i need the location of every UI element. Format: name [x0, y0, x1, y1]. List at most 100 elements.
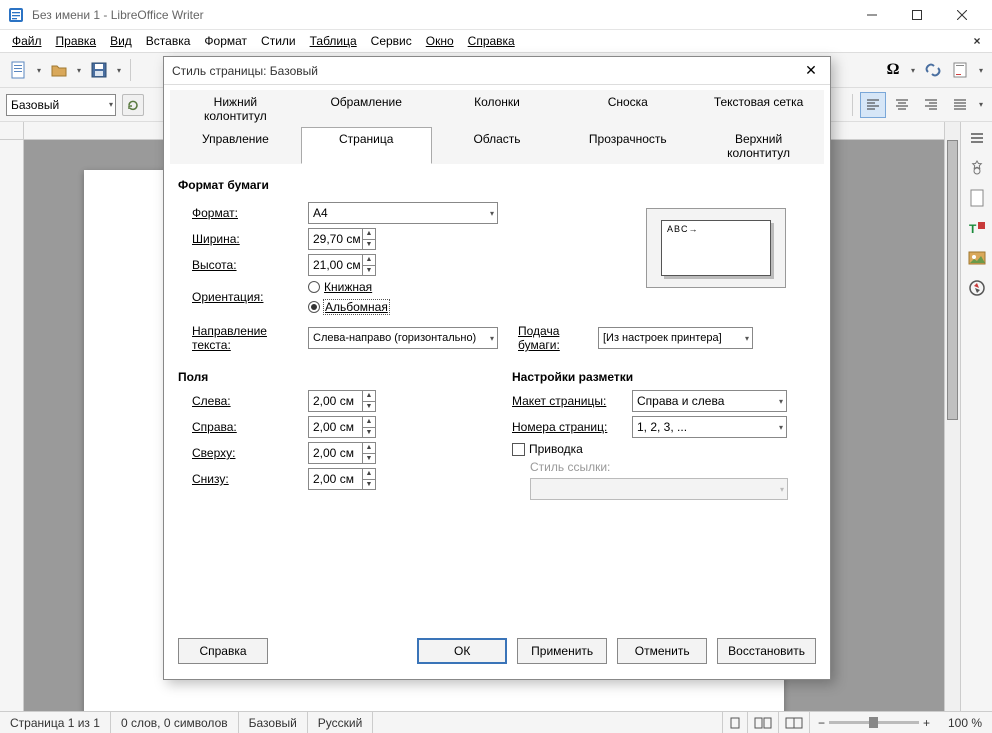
- dialog-titlebar[interactable]: Стиль страницы: Базовый ✕: [164, 57, 830, 85]
- align-left-icon[interactable]: [860, 92, 886, 118]
- save-dropdown[interactable]: ▾: [114, 66, 124, 75]
- label-refstyle: Стиль ссылки:: [512, 460, 632, 474]
- tray-value: [Из настроек принтера]: [603, 332, 722, 344]
- textdir-value: Слева-направо (горизонтально): [313, 332, 476, 344]
- label-format: Формат:: [178, 206, 308, 220]
- label-pagenum: Номера страниц:: [512, 420, 632, 434]
- tab-transparency[interactable]: Прозрачность: [562, 127, 693, 164]
- menu-table[interactable]: Таблица: [304, 32, 363, 50]
- reset-button[interactable]: Восстановить: [717, 638, 816, 664]
- menu-insert[interactable]: Вставка: [140, 32, 197, 50]
- tab-footnote[interactable]: Сноска: [562, 90, 693, 127]
- label-textdir: Направление текста:: [178, 324, 308, 352]
- menubar: Файл Правка Вид Вставка Формат Стили Таб…: [0, 30, 992, 52]
- new-doc-dropdown[interactable]: ▾: [34, 66, 44, 75]
- label-width: Ширина:: [178, 232, 308, 246]
- group-paper-format: Формат бумаги: [178, 178, 816, 192]
- zoom-in-icon[interactable]: +: [923, 716, 930, 730]
- tab-footer[interactable]: Нижний колонтитул: [170, 90, 301, 127]
- menu-tools[interactable]: Сервис: [365, 32, 418, 50]
- menu-view[interactable]: Вид: [104, 32, 138, 50]
- help-button[interactable]: Справка: [178, 638, 268, 664]
- special-char-dropdown[interactable]: ▾: [908, 66, 918, 75]
- update-style-icon[interactable]: [122, 94, 144, 116]
- zoom-slider[interactable]: [829, 721, 919, 724]
- register-checkbox[interactable]: Приводка: [512, 442, 583, 456]
- sidebar-menu-icon[interactable]: [965, 126, 989, 150]
- save-icon[interactable]: [86, 57, 112, 83]
- dialog-tabs: Нижний колонтитул Обрамление Колонки Сно…: [170, 89, 824, 164]
- paragraph-style-combo[interactable]: Базовый ▾: [6, 94, 116, 116]
- radio-landscape[interactable]: Альбомная: [308, 300, 389, 314]
- vertical-ruler[interactable]: [0, 140, 24, 711]
- pagelayout-combo[interactable]: Справа и слева▾: [632, 390, 787, 412]
- status-words[interactable]: 0 слов, 0 символов: [111, 712, 239, 733]
- ruler-corner: [0, 122, 24, 140]
- ok-button[interactable]: ОК: [417, 638, 507, 664]
- status-language[interactable]: Русский: [308, 712, 374, 733]
- tab-organizer[interactable]: Управление: [170, 127, 301, 164]
- formatbar-overflow[interactable]: ▾: [976, 100, 986, 109]
- height-spin[interactable]: 21,00 см ▲▼: [308, 254, 376, 276]
- app-icon: [8, 7, 24, 23]
- scrollbar-thumb[interactable]: [947, 140, 958, 420]
- align-center-icon[interactable]: [889, 92, 915, 118]
- align-justify-icon[interactable]: [947, 92, 973, 118]
- menu-edit[interactable]: Правка: [50, 32, 103, 50]
- menu-format[interactable]: Формат: [198, 32, 253, 50]
- menu-styles[interactable]: Стили: [255, 32, 302, 50]
- navigator-icon[interactable]: [965, 276, 989, 300]
- new-doc-icon[interactable]: [6, 57, 32, 83]
- tab-columns[interactable]: Колонки: [432, 90, 563, 127]
- status-view-single-icon[interactable]: [723, 712, 748, 733]
- footnote-icon[interactable]: [948, 57, 974, 83]
- status-zoom-value[interactable]: 100 %: [938, 712, 992, 733]
- format-combo[interactable]: A4▾: [308, 202, 498, 224]
- open-dropdown[interactable]: ▾: [74, 66, 84, 75]
- tray-combo[interactable]: [Из настроек принтера]▾: [598, 327, 753, 349]
- radio-portrait[interactable]: Книжная: [308, 280, 389, 294]
- align-right-icon[interactable]: [918, 92, 944, 118]
- cancel-button[interactable]: Отменить: [617, 638, 707, 664]
- vertical-scrollbar[interactable]: [944, 122, 960, 711]
- apply-button[interactable]: Применить: [517, 638, 607, 664]
- status-page[interactable]: Страница 1 из 1: [0, 712, 111, 733]
- dialog-close-icon[interactable]: ✕: [800, 60, 822, 82]
- menu-file[interactable]: Файл: [6, 32, 48, 50]
- page-panel-icon[interactable]: [965, 186, 989, 210]
- label-margin-bottom: Снизу:: [178, 472, 308, 486]
- label-orientation: Ориентация:: [178, 290, 308, 304]
- hyperlink-icon[interactable]: [920, 57, 946, 83]
- menu-help[interactable]: Справка: [462, 32, 521, 50]
- status-view-book-icon[interactable]: [779, 712, 810, 733]
- tab-page[interactable]: Страница: [301, 127, 432, 164]
- margin-right-spin[interactable]: 2,00 см▲▼: [308, 416, 376, 438]
- toolbar-overflow[interactable]: ▾: [976, 66, 986, 75]
- margin-top-spin[interactable]: 2,00 см▲▼: [308, 442, 376, 464]
- tab-area[interactable]: Область: [432, 127, 563, 164]
- width-spin[interactable]: 29,70 см ▲▼: [308, 228, 376, 250]
- status-style[interactable]: Базовый: [239, 712, 308, 733]
- tab-header[interactable]: Верхний колонтитул: [693, 127, 824, 164]
- margin-bottom-spin[interactable]: 2,00 см▲▼: [308, 468, 376, 490]
- radio-landscape-label: Альбомная: [324, 300, 389, 314]
- minimize-button[interactable]: [849, 0, 894, 30]
- textdir-combo[interactable]: Слева-направо (горизонтально)▾: [308, 327, 498, 349]
- styles-panel-icon[interactable]: T: [965, 216, 989, 240]
- maximize-button[interactable]: [894, 0, 939, 30]
- group-layout: Настройки разметки: [512, 370, 816, 384]
- margin-left-spin[interactable]: 2,00 см▲▼: [308, 390, 376, 412]
- pagenum-combo[interactable]: 1, 2, 3, ...▾: [632, 416, 787, 438]
- tab-borders[interactable]: Обрамление: [301, 90, 432, 127]
- close-document-icon[interactable]: ×: [968, 32, 986, 50]
- menu-window[interactable]: Окно: [420, 32, 460, 50]
- open-icon[interactable]: [46, 57, 72, 83]
- zoom-out-icon[interactable]: −: [818, 716, 825, 730]
- tab-textgrid[interactable]: Текстовая сетка: [693, 90, 824, 127]
- close-window-button[interactable]: [939, 0, 984, 30]
- gallery-icon[interactable]: [965, 246, 989, 270]
- titlebar: Без имени 1 - LibreOffice Writer: [0, 0, 992, 30]
- special-char-icon[interactable]: Ω: [880, 57, 906, 83]
- status-view-multi-icon[interactable]: [748, 712, 779, 733]
- properties-icon[interactable]: [965, 156, 989, 180]
